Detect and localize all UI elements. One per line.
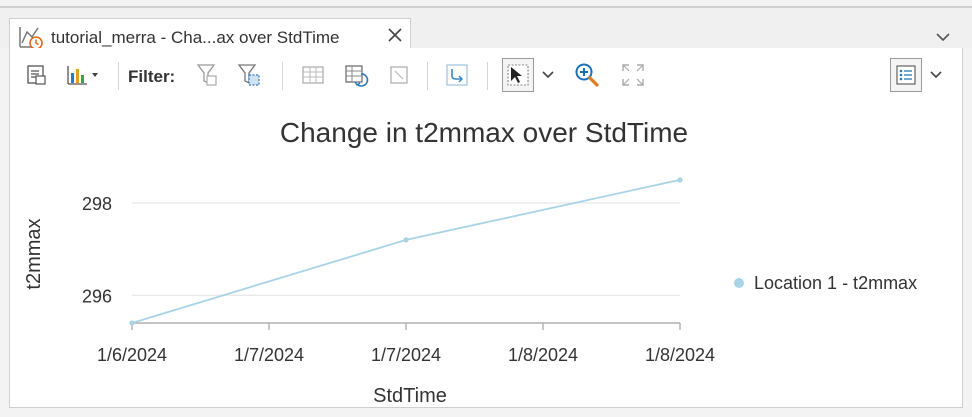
- toolbar-separator: [118, 62, 119, 90]
- zoom-in-button[interactable]: [572, 58, 602, 92]
- chart-properties-icon: [27, 65, 46, 85]
- x-tick-label: 1/7/2024: [371, 345, 441, 365]
- toolbar-separator: [282, 62, 283, 90]
- line-chart: Change in t2mmax over StdTime t2mmax Std…: [23, 117, 917, 407]
- select-tool-button[interactable]: [502, 58, 534, 92]
- filter-by-extent-button[interactable]: [194, 58, 220, 92]
- data-point: [403, 237, 409, 243]
- tab-strip: tutorial_merra - Cha...ax over StdTime: [0, 8, 972, 56]
- y-tick-label: 296: [82, 286, 112, 306]
- magnifier-plus-icon: [575, 63, 599, 87]
- x-axis: 1/6/2024 1/7/2024 1/7/2024 1/8/2024 1/8/2024: [97, 322, 715, 365]
- funnel-extent-icon: [196, 64, 217, 86]
- chart-properties-button[interactable]: [24, 58, 50, 92]
- expand-arrows-icon: [622, 64, 644, 86]
- filter-by-selection-button[interactable]: [234, 58, 264, 92]
- series-line: [131, 178, 681, 324]
- y-tick-label: 298: [82, 194, 112, 214]
- x-axis-label: StdTime: [373, 385, 447, 407]
- legend-toggle-button[interactable]: [890, 58, 922, 92]
- dropdown-caret-icon: [92, 73, 98, 77]
- chart-clock-icon: [19, 27, 43, 50]
- zoom-to-selection-icon: [446, 64, 468, 86]
- grid-lines: 296 298: [82, 194, 680, 306]
- close-icon[interactable]: [384, 24, 406, 46]
- chevron-down-icon[interactable]: [934, 30, 952, 44]
- legend-marker: [734, 278, 744, 288]
- funnel-selection-icon: [237, 64, 260, 86]
- x-tick-label: 1/8/2024: [508, 345, 578, 365]
- x-tick-label: 1/7/2024: [234, 345, 304, 365]
- bar-chart-icon: [67, 66, 87, 85]
- x-tick-label: 1/6/2024: [97, 345, 167, 365]
- table-icon: [302, 66, 324, 84]
- legend-list-icon: [896, 65, 916, 85]
- legend-label: Location 1 - t2mmax: [754, 273, 917, 293]
- x-tick-label: 1/8/2024: [645, 345, 715, 365]
- show-table-button[interactable]: [300, 58, 326, 92]
- tab-title: tutorial_merra - Cha...ax over StdTime: [51, 28, 340, 47]
- switch-selection-button[interactable]: [342, 58, 370, 92]
- full-extent-button[interactable]: [618, 58, 648, 92]
- chart-title: Change in t2mmax over StdTime: [280, 117, 688, 148]
- toolbar-separator: [487, 62, 488, 90]
- clear-selection-icon: [390, 66, 408, 84]
- switch-selection-icon: [345, 65, 369, 87]
- legend[interactable]: Location 1 - t2mmax: [734, 273, 917, 293]
- chevron-down-icon: [542, 71, 554, 79]
- select-tool-dropdown[interactable]: [540, 58, 556, 92]
- chart-panel: Change in t2mmax over StdTime t2mmax Std…: [9, 106, 963, 408]
- add-chart-button[interactable]: [60, 58, 104, 92]
- filter-label: Filter:: [128, 67, 176, 86]
- series-layer: [129, 177, 683, 326]
- clear-selection-button[interactable]: [387, 58, 411, 92]
- y-axis-label: t2mmax: [23, 218, 45, 289]
- legend-dropdown[interactable]: [928, 58, 944, 92]
- zoom-to-selection-button[interactable]: [443, 58, 471, 92]
- data-point: [129, 320, 135, 326]
- chart-toolbar: Filter:: [9, 48, 963, 106]
- select-cursor-icon: [507, 64, 529, 86]
- chevron-down-icon: [930, 71, 942, 79]
- toolbar-separator: [427, 62, 428, 90]
- data-point: [677, 177, 683, 183]
